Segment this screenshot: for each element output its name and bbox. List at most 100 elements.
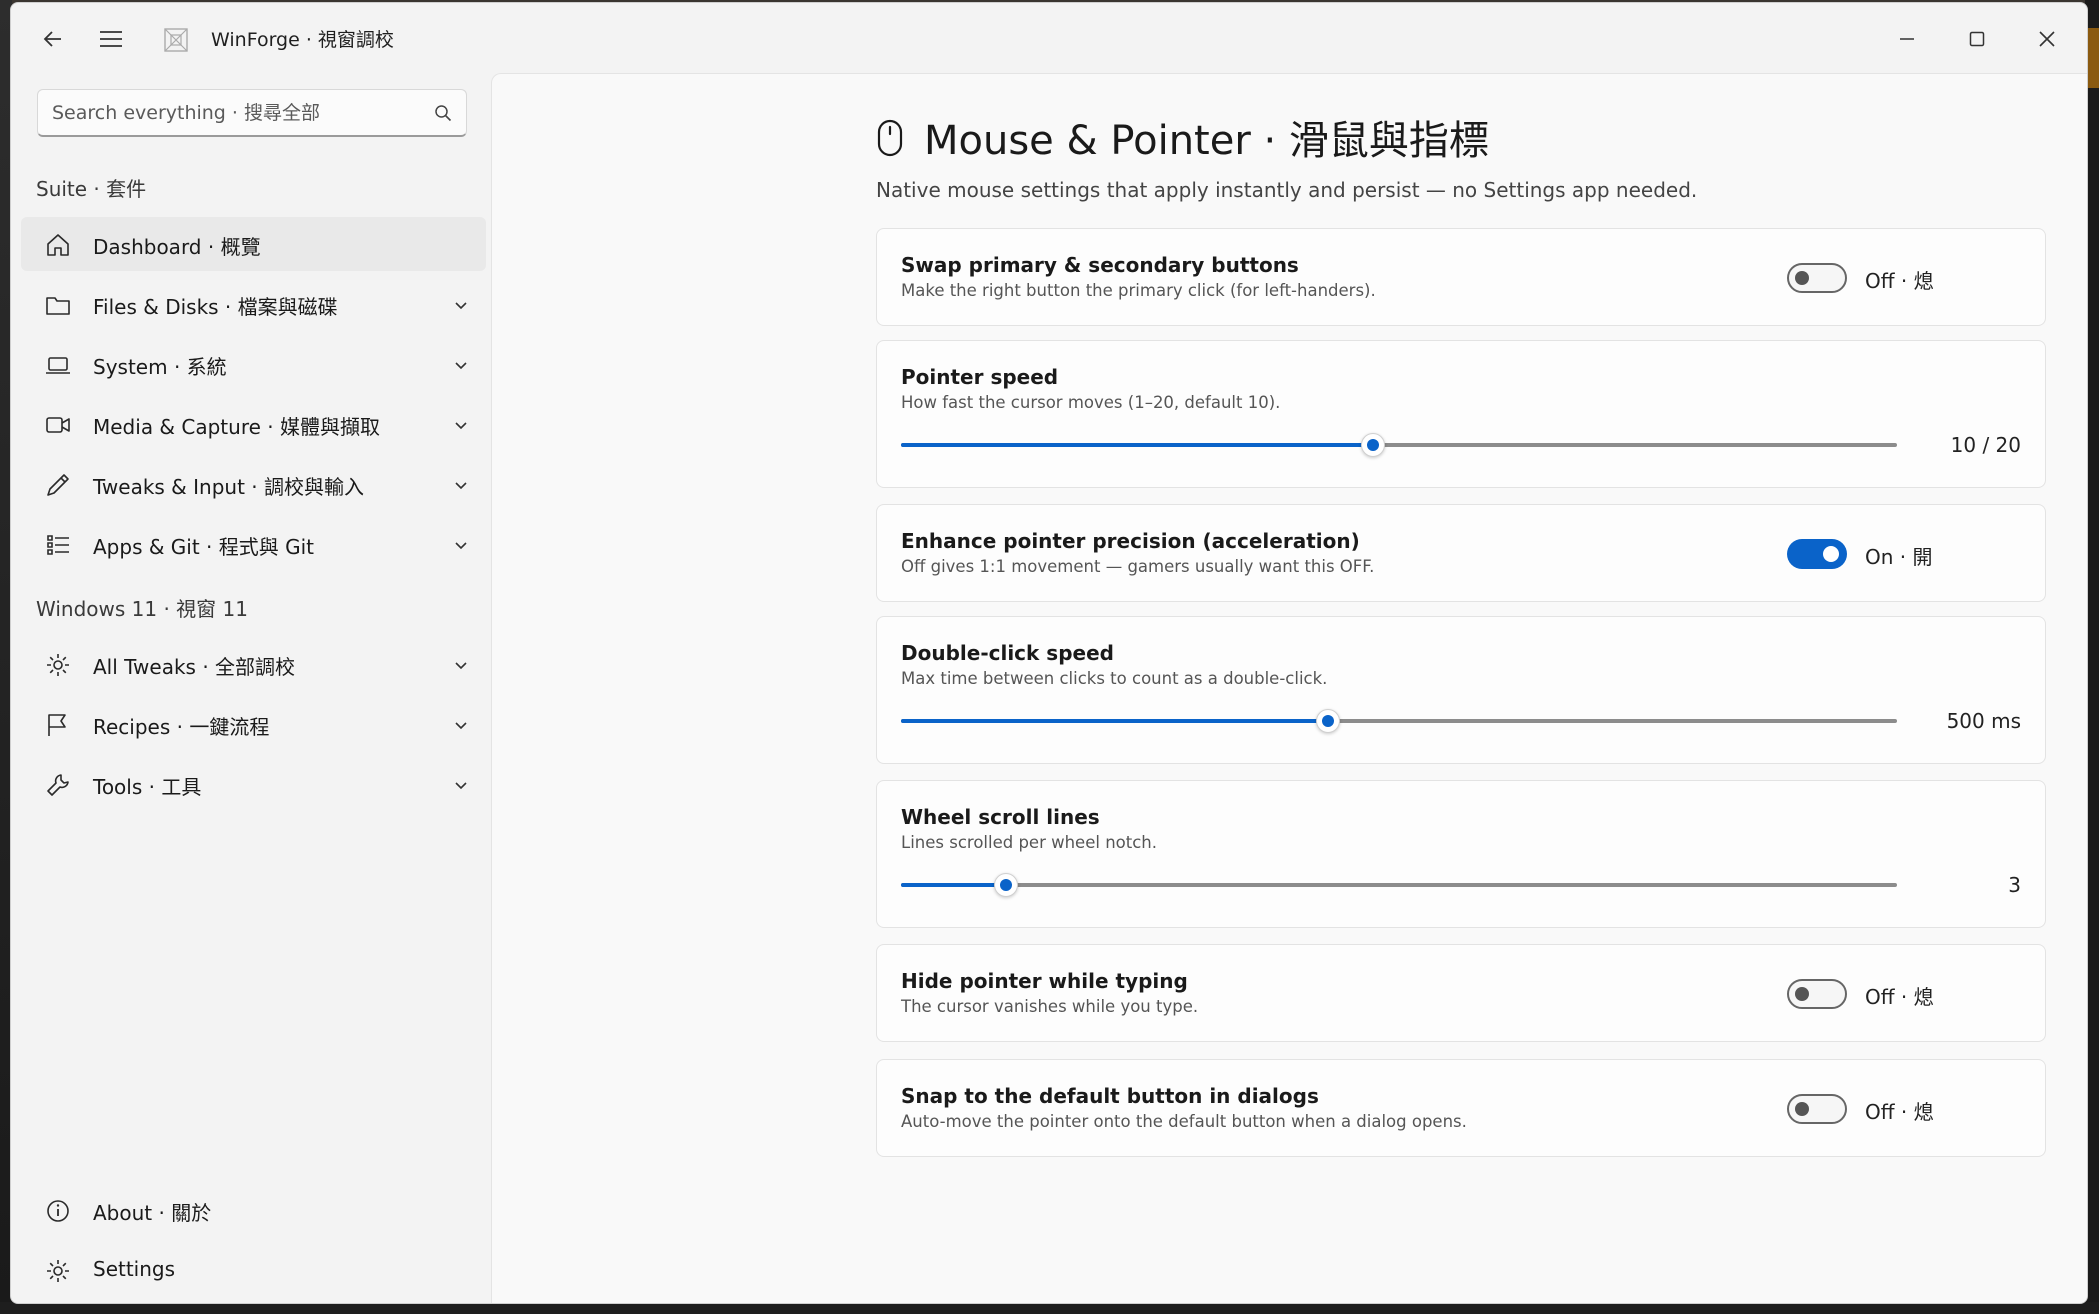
setting-title: Hide pointer while typing (901, 969, 1188, 993)
sidebar-item-dashboard[interactable]: Dashboard · 概覽 (21, 217, 486, 271)
laptop-icon (46, 357, 70, 374)
setting-description: Lines scrolled per wheel notch. (901, 833, 1157, 852)
sidebar-item-label: About · 關於 (93, 1201, 212, 1225)
chevron-down-icon[interactable] (453, 777, 469, 793)
sidebar-item-tweaks-input[interactable]: Tweaks & Input · 調校與輸入 (21, 457, 486, 511)
sidebar-item-files-disks[interactable]: Files & Disks · 檔案與磁碟 (21, 277, 486, 331)
home-icon (47, 234, 69, 256)
chevron-down-icon[interactable] (453, 417, 469, 433)
back-button[interactable] (31, 17, 75, 61)
setting-title: Double-click speed (901, 641, 1114, 665)
close-button[interactable] (2017, 17, 2077, 61)
sidebar-item-system[interactable]: System · 系統 (21, 337, 486, 391)
search-icon[interactable] (434, 104, 452, 122)
slider-thumb[interactable] (1360, 433, 1385, 457)
minimize-button[interactable] (1877, 17, 1937, 61)
setting-description: Off gives 1:1 movement — gamers usually … (901, 557, 1375, 576)
toggle-knob (1795, 271, 1809, 285)
sidebar-item-label: Tools · 工具 (93, 775, 202, 799)
toggle-state-label: Off · 熄 (1865, 1100, 1934, 1124)
folder-icon (46, 297, 70, 315)
slider-fill (901, 719, 1328, 723)
setting-card-swap-buttons: Swap primary & secondary buttons Make th… (876, 228, 2046, 326)
app-title: WinForge · 視窗調校 (211, 29, 394, 51)
sidebar-item-label: Media & Capture · 媒體與擷取 (93, 415, 380, 439)
search-input[interactable] (52, 98, 422, 128)
sidebar-item-label: System · 系統 (93, 355, 227, 379)
sidebar-item-label: All Tweaks · 全部調校 (93, 655, 296, 679)
sidebar-item-label: Files & Disks · 檔案與磁碟 (93, 295, 338, 319)
double-click-speed-slider[interactable] (901, 709, 1897, 733)
toggle-knob (1823, 546, 1839, 562)
mouse-icon (877, 119, 903, 157)
setting-title: Snap to the default button in dialogs (901, 1084, 1319, 1108)
toggle-knob (1795, 1102, 1809, 1116)
setting-card-wheel-scroll-lines: Wheel scroll lines Lines scrolled per wh… (876, 780, 2046, 928)
slider-thumb[interactable] (1315, 709, 1340, 733)
toggle-state-label: Off · 熄 (1865, 269, 1934, 293)
page-subtitle: Native mouse settings that apply instant… (876, 178, 1698, 202)
main-content: Mouse & Pointer · 滑鼠與指標 Native mouse set… (491, 73, 2087, 1303)
app-logo-icon (164, 28, 188, 52)
toggle-knob (1795, 987, 1809, 1001)
setting-title: Pointer speed (901, 365, 1059, 389)
close-icon (2039, 31, 2055, 47)
sidebar-item-label: Recipes · 一鍵流程 (93, 715, 270, 739)
snap-to-default-toggle[interactable] (1787, 1094, 1847, 1124)
search-box[interactable] (37, 89, 467, 137)
maximize-button[interactable] (1947, 17, 2007, 61)
pen-icon (47, 474, 69, 496)
setting-card-pointer-speed: Pointer speed How fast the cursor moves … (876, 340, 2046, 488)
sidebar-item-apps-git[interactable]: Apps & Git · 程式與 Git (21, 517, 486, 571)
video-camera-icon (46, 417, 70, 433)
setting-card-double-click-speed: Double-click speed Max time between clic… (876, 616, 2046, 764)
setting-description: Auto-move the pointer onto the default b… (901, 1112, 1467, 1131)
gear-icon (47, 1260, 69, 1282)
sidebar-item-media-capture[interactable]: Media & Capture · 媒體與擷取 (21, 397, 486, 451)
swap-buttons-toggle[interactable] (1787, 263, 1847, 293)
toggle-state-label: Off · 熄 (1865, 985, 1934, 1009)
sidebar-item-about[interactable]: About · 關於 (21, 1183, 486, 1237)
setting-card-pointer-precision: Enhance pointer precision (acceleration)… (876, 504, 2046, 602)
chevron-down-icon[interactable] (453, 357, 469, 373)
sidebar-item-settings[interactable]: Settings (21, 1243, 486, 1297)
sidebar-item-label: Tweaks & Input · 調校與輸入 (93, 475, 364, 499)
sidebar-item-label: Dashboard · 概覽 (93, 235, 261, 259)
menu-button[interactable] (89, 17, 133, 61)
flag-icon (48, 714, 66, 736)
pointer-precision-toggle[interactable] (1787, 539, 1847, 569)
chevron-down-icon[interactable] (453, 297, 469, 313)
page-title: Mouse & Pointer · 滑鼠與指標 (924, 118, 1489, 164)
app-window: WinForge · 視窗調校 Suite · 套件 Dashboard · 概… (10, 2, 2088, 1304)
gear-icon (47, 654, 69, 676)
chevron-down-icon[interactable] (453, 477, 469, 493)
sidebar-item-recipes[interactable]: Recipes · 一鍵流程 (21, 697, 486, 751)
chevron-down-icon[interactable] (453, 537, 469, 553)
sidebar-item-tools[interactable]: Tools · 工具 (21, 757, 486, 811)
setting-card-snap-to-default: Snap to the default button in dialogs Au… (876, 1059, 2046, 1157)
info-icon (47, 1200, 69, 1222)
slider-value: 500 ms (1946, 709, 2021, 733)
minimize-icon (1900, 38, 1914, 40)
sidebar-item-all-tweaks[interactable]: All Tweaks · 全部調校 (21, 637, 486, 691)
pointer-speed-slider[interactable] (901, 433, 1897, 457)
chevron-down-icon[interactable] (453, 717, 469, 733)
setting-description: The cursor vanishes while you type. (901, 997, 1199, 1016)
slider-thumb[interactable] (993, 873, 1018, 897)
setting-description: How fast the cursor moves (1–20, default… (901, 393, 1281, 412)
hamburger-icon (100, 31, 122, 47)
setting-card-hide-pointer: Hide pointer while typing The cursor van… (876, 944, 2046, 1042)
slider-fill (901, 443, 1373, 447)
hide-pointer-toggle[interactable] (1787, 979, 1847, 1009)
chevron-down-icon[interactable] (453, 657, 469, 673)
wheel-scroll-lines-slider[interactable] (901, 873, 1897, 897)
setting-title: Enhance pointer precision (acceleration) (901, 529, 1360, 553)
setting-title: Wheel scroll lines (901, 805, 1100, 829)
slider-value: 10 / 20 (1950, 433, 2021, 457)
setting-title: Swap primary & secondary buttons (901, 253, 1299, 277)
wrench-icon (47, 774, 69, 796)
back-arrow-icon (43, 31, 61, 47)
sidebar-item-label: Settings (93, 1257, 176, 1281)
sidebar-item-label: Apps & Git · 程式與 Git (93, 535, 315, 559)
section-label-suite: Suite · 套件 (36, 177, 147, 201)
